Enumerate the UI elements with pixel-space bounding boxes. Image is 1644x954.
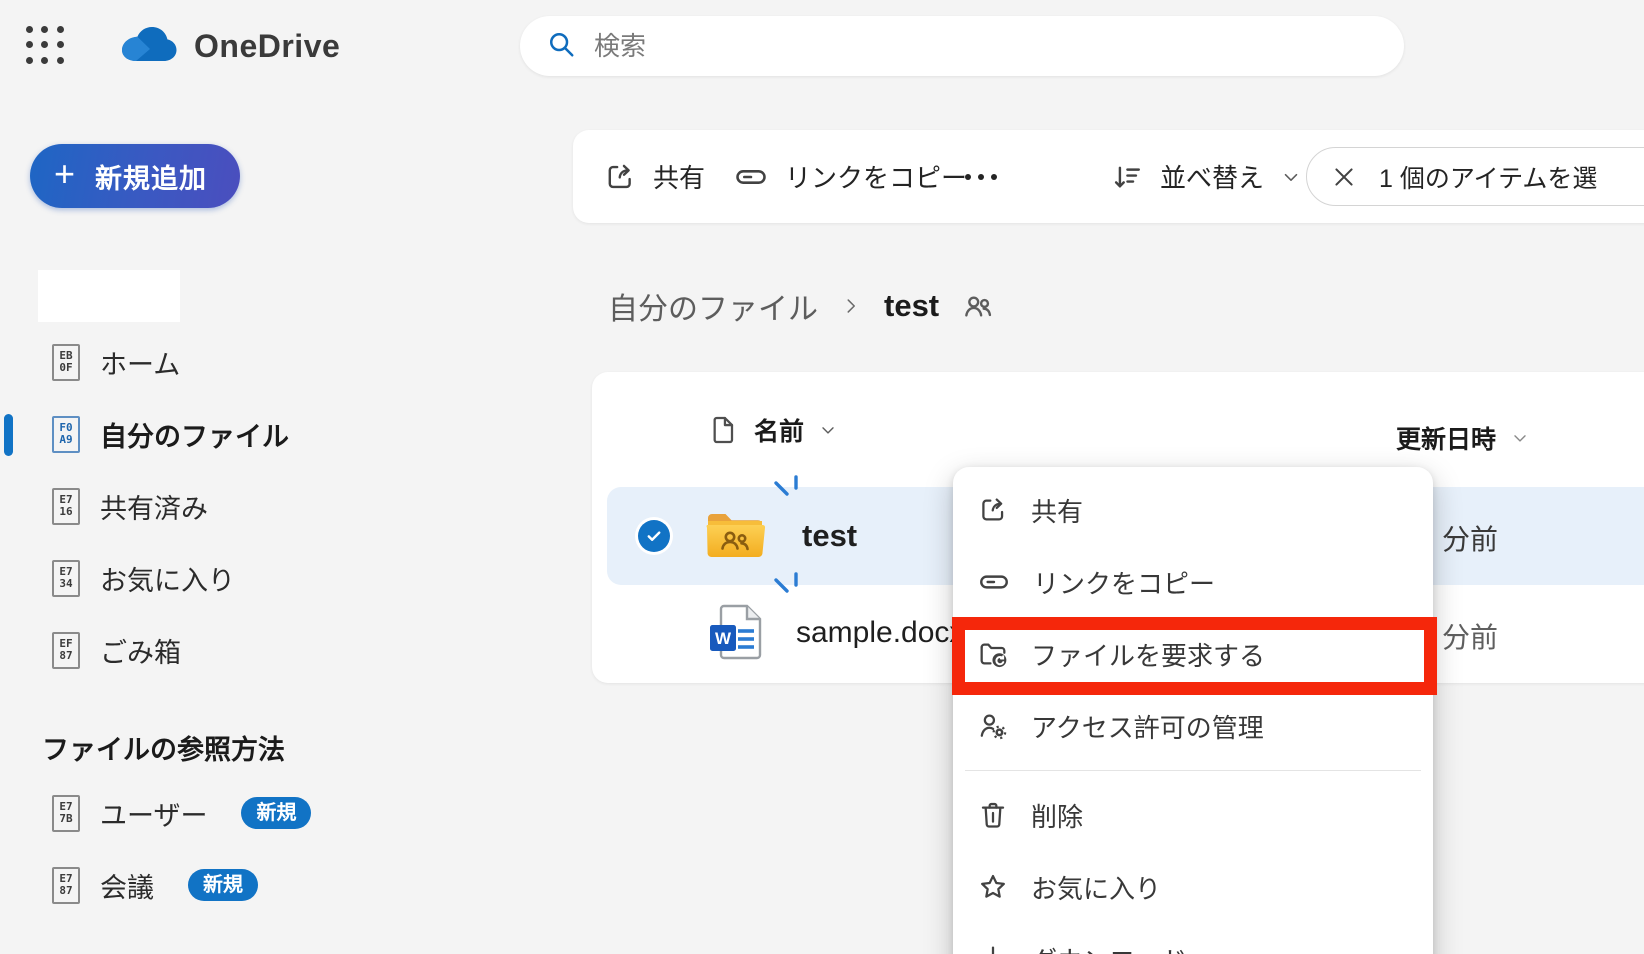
breadcrumb-my-files[interactable]: 自分のファイル	[608, 284, 818, 328]
shared-icon: E716	[52, 488, 80, 525]
chevron-down-icon	[1510, 428, 1530, 448]
share-icon	[977, 494, 1009, 526]
sidebar-item-meetings[interactable]: E787 会議 新規	[0, 849, 480, 921]
menu-item-share[interactable]: 共有	[953, 474, 1433, 546]
search-icon	[546, 29, 576, 64]
breadcrumb: 自分のファイル test	[608, 280, 995, 332]
file-modified: 分前	[1442, 616, 1498, 656]
command-toolbar: 共有 リンクをコピー 並べ替え 1 個のアイテムを選	[573, 130, 1644, 223]
breadcrumb-current-folder[interactable]: test	[884, 288, 939, 324]
onedrive-brand[interactable]: OneDrive	[122, 26, 340, 67]
document-icon	[708, 414, 740, 446]
browse-files-section-title: ファイルの参照方法	[42, 728, 285, 767]
sidebar-browse-nav: E77B ユーザー 新規 E787 会議 新規	[0, 777, 480, 921]
menu-item-request-files[interactable]: ファイルを要求する	[953, 618, 1433, 690]
onedrive-cloud-logo-icon	[122, 26, 178, 67]
sidebar-item-recycle-bin[interactable]: EF87 ごみ箱	[0, 614, 480, 686]
close-icon	[1331, 164, 1357, 190]
sidebar-item-favorites[interactable]: E734 お気に入り	[0, 542, 480, 614]
menu-item-copy-link[interactable]: リンクをコピー	[953, 546, 1433, 618]
sort-icon	[1110, 160, 1144, 194]
sort-button[interactable]: 並べ替え	[1110, 130, 1302, 223]
row-selected-checkbox[interactable]	[638, 520, 670, 552]
menu-item-delete[interactable]: 削除	[953, 779, 1433, 851]
selection-status-pill[interactable]: 1 個のアイテムを選	[1306, 147, 1644, 206]
more-options-button[interactable]	[965, 130, 997, 223]
chevron-down-icon	[818, 420, 838, 440]
column-header-modified[interactable]: 更新日時	[1396, 420, 1530, 456]
click-effect-icon	[772, 475, 802, 507]
share-icon	[603, 160, 637, 194]
svg-text:W: W	[715, 629, 732, 648]
word-file-icon: W	[708, 603, 764, 661]
sidebar-item-my-files[interactable]: F0A9 自分のファイル	[0, 398, 480, 470]
request-files-icon	[977, 638, 1009, 670]
favorite-star-icon	[977, 871, 1009, 903]
people-icon: E77B	[52, 795, 80, 832]
more-ellipsis-icon	[965, 174, 971, 180]
redacted-account-area	[38, 270, 180, 322]
file-name[interactable]: test	[802, 518, 857, 554]
app-title: OneDrive	[194, 28, 340, 65]
menu-divider	[965, 770, 1421, 771]
sidebar-item-people[interactable]: E77B ユーザー 新規	[0, 777, 480, 849]
copy-link-icon	[733, 159, 769, 195]
meetings-icon: E787	[52, 867, 80, 904]
home-icon: EB0F	[52, 344, 80, 381]
favorites-icon: E734	[52, 560, 80, 597]
click-effect-icon	[772, 572, 802, 604]
chevron-right-icon	[840, 295, 862, 317]
copy-link-icon	[977, 565, 1011, 599]
file-name[interactable]: sample.docx	[796, 616, 964, 650]
search-bar[interactable]	[520, 16, 1404, 76]
column-header-name[interactable]: 名前	[708, 412, 838, 448]
plus-icon: +	[54, 156, 75, 192]
selection-status-text: 1 個のアイテムを選	[1379, 159, 1597, 195]
copy-link-button[interactable]: リンクをコピー	[733, 130, 967, 223]
shared-folder-icon	[705, 511, 765, 559]
file-modified: 分前	[1442, 518, 1498, 558]
share-button[interactable]: 共有	[603, 130, 705, 223]
onedrive-app: OneDrive + 新規追加 EB0F ホーム F0A9 自分のファイル	[0, 0, 1644, 954]
manage-access-icon	[977, 710, 1009, 742]
shared-people-icon	[961, 289, 995, 323]
add-new-button[interactable]: + 新規追加	[30, 144, 240, 208]
download-icon	[977, 943, 1009, 954]
new-badge: 新規	[241, 797, 311, 829]
new-badge: 新規	[188, 869, 258, 901]
sidebar-item-home[interactable]: EB0F ホーム	[0, 326, 480, 398]
app-launcher-waffle-icon[interactable]	[22, 22, 68, 68]
delete-icon	[977, 799, 1009, 831]
sidebar-nav: EB0F ホーム F0A9 自分のファイル E716 共有済み E734 お気に…	[0, 326, 480, 686]
sidebar-item-shared[interactable]: E716 共有済み	[0, 470, 480, 542]
search-input[interactable]	[594, 31, 1384, 62]
recycle-bin-icon: EF87	[52, 632, 80, 669]
my-files-icon: F0A9	[52, 416, 80, 453]
menu-item-download[interactable]: ダウンロード	[953, 923, 1433, 954]
context-menu: 共有 リンクをコピー ファイルを要求する	[953, 467, 1433, 954]
chevron-down-icon	[1280, 166, 1302, 188]
menu-item-manage-access[interactable]: アクセス許可の管理	[953, 690, 1433, 762]
menu-item-favorite[interactable]: お気に入り	[953, 851, 1433, 923]
checkmark-icon	[645, 527, 663, 545]
